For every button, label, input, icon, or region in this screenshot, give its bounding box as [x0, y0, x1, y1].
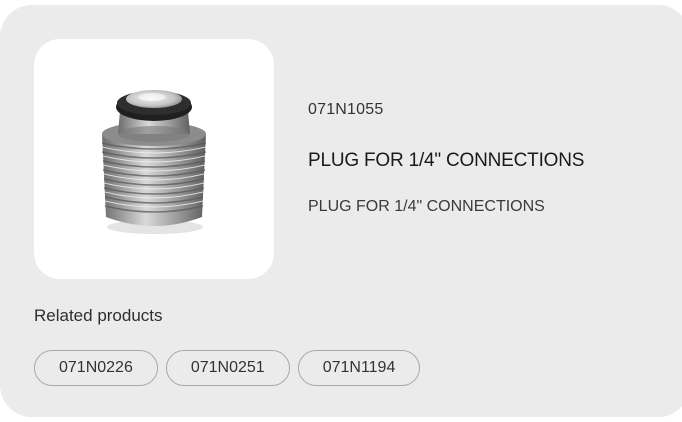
- related-products-list: 071N0226 071N0251 071N1194: [34, 350, 421, 386]
- related-product-chip[interactable]: 071N1194: [297, 350, 421, 386]
- product-title: PLUG FOR 1/4" CONNECTIONS: [308, 150, 585, 171]
- threaded-plug-image: [101, 90, 207, 234]
- related-product-chip[interactable]: 071N0226: [34, 350, 158, 386]
- product-image: [34, 39, 274, 279]
- product-code: 071N1055: [308, 101, 384, 118]
- product-description: PLUG FOR 1/4" CONNECTIONS: [308, 198, 545, 215]
- related-products-heading: Related products: [34, 306, 163, 325]
- product-card: 071N1055 PLUG FOR 1/4" CONNECTIONS PLUG …: [0, 5, 682, 417]
- related-product-chip[interactable]: 071N0251: [165, 350, 290, 386]
